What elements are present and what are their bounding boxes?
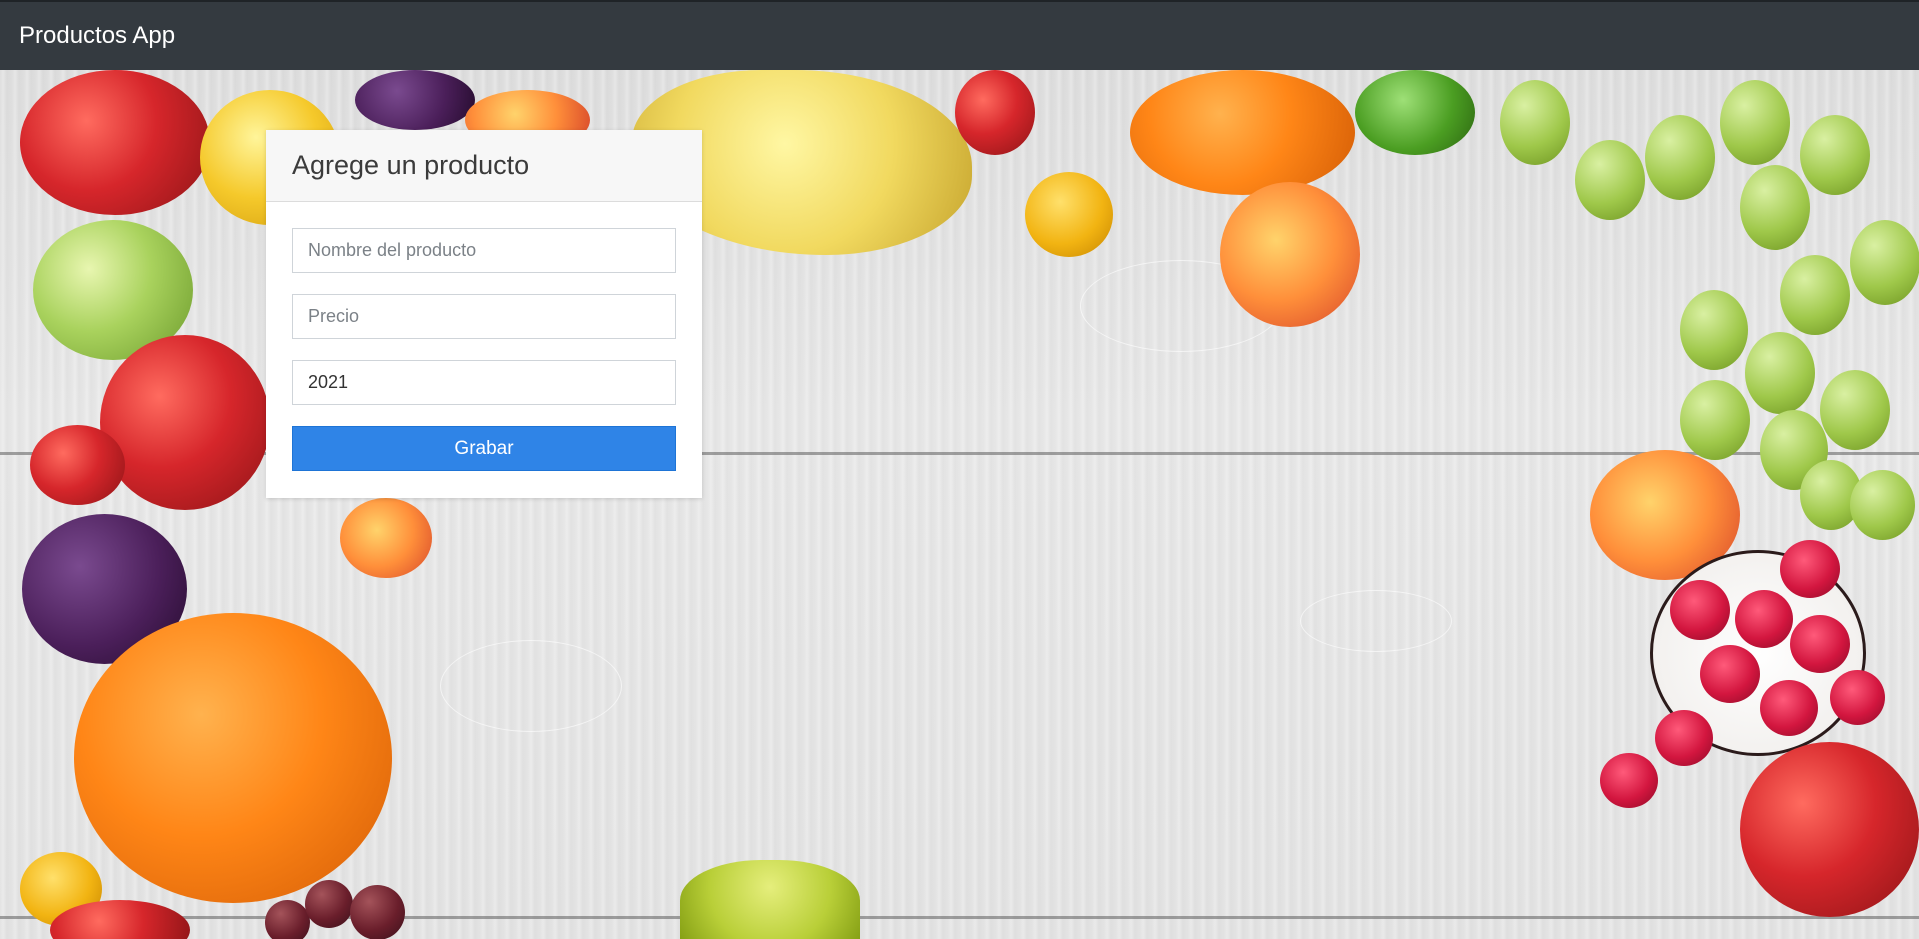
navbar-brand[interactable]: Productos App bbox=[19, 22, 175, 50]
grape-image bbox=[1575, 140, 1645, 220]
raspberry-image bbox=[1830, 670, 1885, 725]
grape-image bbox=[1745, 332, 1815, 414]
apple-image bbox=[20, 70, 210, 215]
raspberry-image bbox=[1780, 540, 1840, 598]
star-fruit-image bbox=[680, 860, 860, 939]
year-input[interactable] bbox=[292, 360, 676, 405]
save-button[interactable]: Grabar bbox=[292, 426, 676, 471]
card-body: Grabar bbox=[266, 202, 702, 497]
yellow-plum-image bbox=[1025, 172, 1113, 257]
raspberry-image bbox=[1670, 580, 1730, 640]
raspberry-image bbox=[1700, 645, 1760, 703]
grape-image bbox=[1645, 115, 1715, 200]
grape-image bbox=[1850, 470, 1915, 540]
orange-image bbox=[1130, 70, 1355, 195]
raspberry-image bbox=[1735, 590, 1793, 648]
apple-image bbox=[1740, 742, 1919, 917]
grape-image bbox=[1800, 115, 1870, 195]
grape-image bbox=[1680, 290, 1748, 370]
peach-image bbox=[1220, 182, 1360, 327]
product-name-input[interactable] bbox=[292, 228, 676, 273]
grape-image bbox=[1740, 165, 1810, 250]
grape-image bbox=[350, 885, 405, 939]
grape-image bbox=[1850, 220, 1919, 305]
apricot-image bbox=[340, 498, 432, 578]
plum-image bbox=[955, 70, 1035, 155]
wood-grain bbox=[440, 640, 622, 732]
lime-image bbox=[1355, 70, 1475, 155]
grapefruit-image bbox=[74, 613, 392, 903]
raspberry-image bbox=[1760, 680, 1818, 736]
card-header: Agrege un producto bbox=[266, 130, 702, 202]
card-title: Agrege un producto bbox=[292, 150, 530, 180]
raspberry-image bbox=[1600, 753, 1658, 808]
price-input[interactable] bbox=[292, 294, 676, 339]
wood-grain bbox=[1300, 590, 1452, 652]
grape-image bbox=[1500, 80, 1570, 165]
grape-image bbox=[1680, 380, 1750, 460]
navbar: Productos App bbox=[0, 0, 1919, 70]
add-product-card: Agrege un producto Grabar bbox=[266, 130, 702, 498]
raspberry-image bbox=[1790, 615, 1850, 673]
grape-image bbox=[265, 900, 310, 939]
grape-image bbox=[1820, 370, 1890, 450]
apple-image bbox=[100, 335, 270, 510]
grape-image bbox=[1780, 255, 1850, 335]
grape-image bbox=[305, 880, 353, 928]
plum-image bbox=[355, 70, 475, 130]
cherry-plum-image bbox=[30, 425, 125, 505]
raspberry-image bbox=[1655, 710, 1713, 766]
grape-image bbox=[1720, 80, 1790, 165]
